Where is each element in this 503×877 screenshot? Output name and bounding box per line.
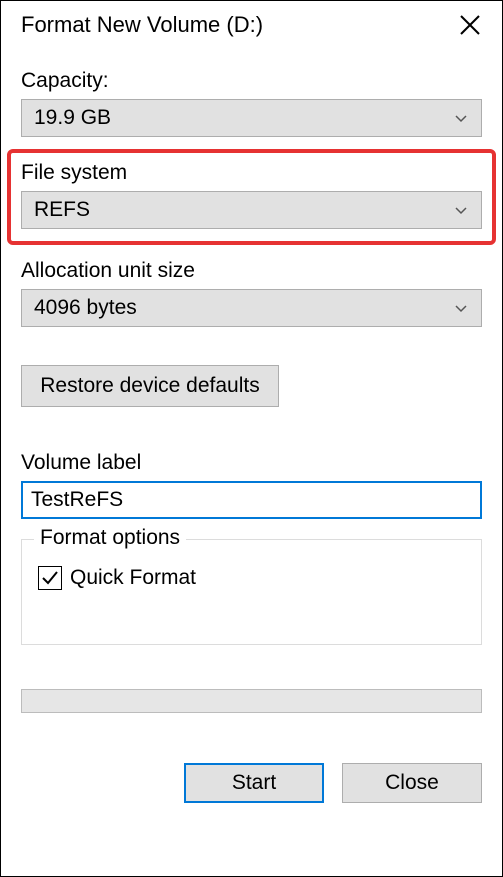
- capacity-dropdown[interactable]: 19.9 GB: [21, 99, 482, 137]
- allocation-field: Allocation unit size 4096 bytes: [21, 259, 482, 327]
- start-button-label: Start: [232, 771, 276, 795]
- allocation-label: Allocation unit size: [21, 259, 482, 283]
- volume-label-field: Volume label: [21, 451, 482, 519]
- quick-format-row: Quick Format: [38, 566, 465, 590]
- close-button[interactable]: [454, 9, 486, 41]
- chevron-down-icon: [453, 110, 469, 126]
- titlebar: Format New Volume (D:): [1, 1, 502, 53]
- filesystem-label: File system: [21, 161, 482, 185]
- allocation-value: 4096 bytes: [34, 296, 137, 320]
- format-options-title: Format options: [34, 526, 186, 550]
- filesystem-highlight: File system REFS: [7, 149, 496, 245]
- close-icon: [458, 13, 482, 37]
- start-button[interactable]: Start: [184, 763, 324, 803]
- chevron-down-icon: [453, 300, 469, 316]
- restore-defaults-button[interactable]: Restore device defaults: [21, 365, 279, 407]
- filesystem-dropdown[interactable]: REFS: [21, 191, 482, 229]
- capacity-field: Capacity: 19.9 GB: [21, 69, 482, 137]
- dialog-content: Capacity: 19.9 GB File system REFS Alloc…: [1, 53, 502, 876]
- quick-format-checkbox[interactable]: [38, 566, 62, 590]
- checkmark-icon: [41, 569, 59, 587]
- progress-bar: [21, 689, 482, 713]
- capacity-label: Capacity:: [21, 69, 482, 93]
- close-dialog-button[interactable]: Close: [342, 763, 482, 803]
- window-title: Format New Volume (D:): [21, 12, 263, 38]
- button-row: Start Close: [21, 763, 482, 803]
- chevron-down-icon: [453, 202, 469, 218]
- filesystem-value: REFS: [34, 198, 90, 222]
- volume-label-input[interactable]: [21, 481, 482, 519]
- format-options-group: Format options Quick Format: [21, 539, 482, 645]
- close-button-label: Close: [385, 771, 439, 795]
- volume-label-label: Volume label: [21, 451, 482, 475]
- capacity-value: 19.9 GB: [34, 106, 111, 130]
- restore-defaults-label: Restore device defaults: [40, 374, 259, 398]
- allocation-dropdown[interactable]: 4096 bytes: [21, 289, 482, 327]
- quick-format-label: Quick Format: [70, 566, 196, 590]
